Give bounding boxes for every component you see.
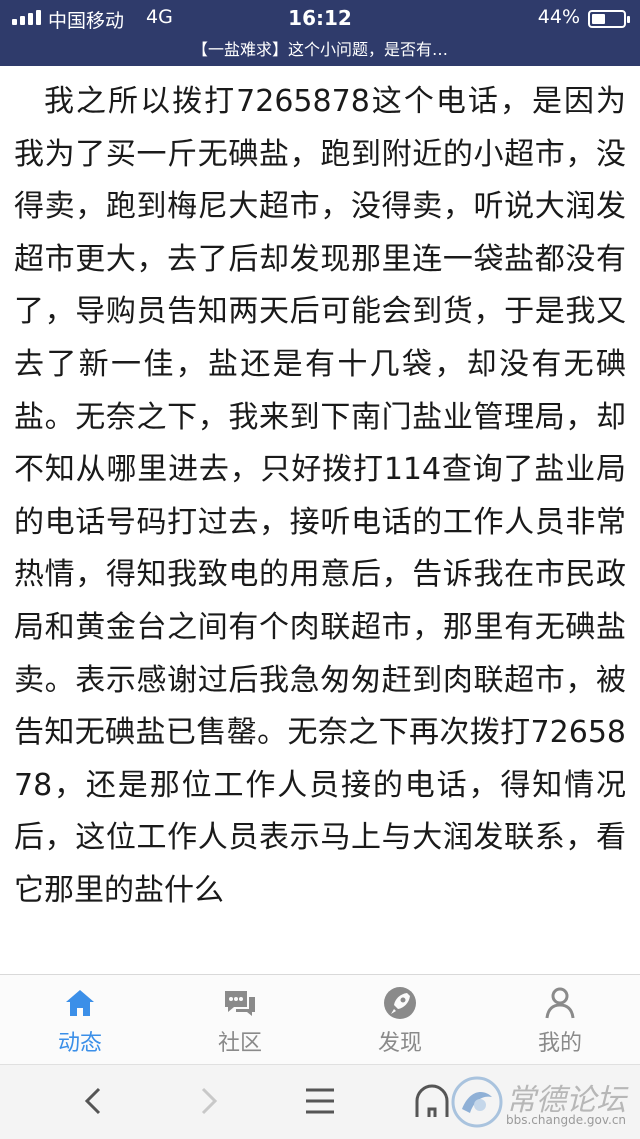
forum-logo-icon: [451, 1076, 503, 1128]
battery-icon: [588, 10, 630, 28]
tab-label: 动态: [57, 1031, 102, 1056]
tab-label: 社区: [217, 1031, 262, 1056]
tab-dongtai[interactable]: 动态: [0, 975, 160, 1065]
rocket-icon: [384, 987, 416, 1019]
menu-icon[interactable]: [300, 1081, 340, 1121]
page-title: 【一盐难求】这个小问题，是否有…: [191, 40, 448, 59]
forum-watermark-url: bbs.changde.gov.cn: [506, 1113, 627, 1127]
article-paragraph: 我之所以拨打7265878这个电话，是因为我为了买一斤无碘盐，跑到附近的小超市，…: [14, 84, 626, 908]
tab-faxian[interactable]: 发现: [320, 975, 480, 1065]
tab-wode[interactable]: 我的: [480, 975, 640, 1065]
home-outline-icon[interactable]: [412, 1081, 452, 1121]
bottom-tab-bar: 动态 社区 发现 我的: [0, 974, 640, 1065]
forum-watermark: 常德论坛 bbs.changde.gov.cn: [450, 1069, 630, 1135]
status-bar: 中国移动 4G 16:12 44%: [0, 4, 640, 32]
tab-shequ[interactable]: 社区: [160, 975, 320, 1065]
tab-label: 我的: [537, 1031, 582, 1056]
article-body[interactable]: 我之所以拨打7265878这个电话，是因为我为了买一斤无碘盐，跑到附近的小超市，…: [0, 66, 640, 974]
forward-icon[interactable]: [188, 1081, 228, 1121]
back-icon[interactable]: [74, 1081, 114, 1121]
top-bar: 中国移动 4G 16:12 44% 【一盐难求】这个小问题，是否有…: [0, 0, 640, 66]
chat-bubbles-icon: [225, 991, 255, 1016]
home-icon: [66, 990, 94, 1016]
battery-percent: 44%: [537, 6, 580, 28]
person-icon: [545, 987, 575, 1019]
tab-label: 发现: [377, 1031, 422, 1056]
browser-toolbar: 常德论坛 bbs.changde.gov.cn: [0, 1064, 640, 1139]
